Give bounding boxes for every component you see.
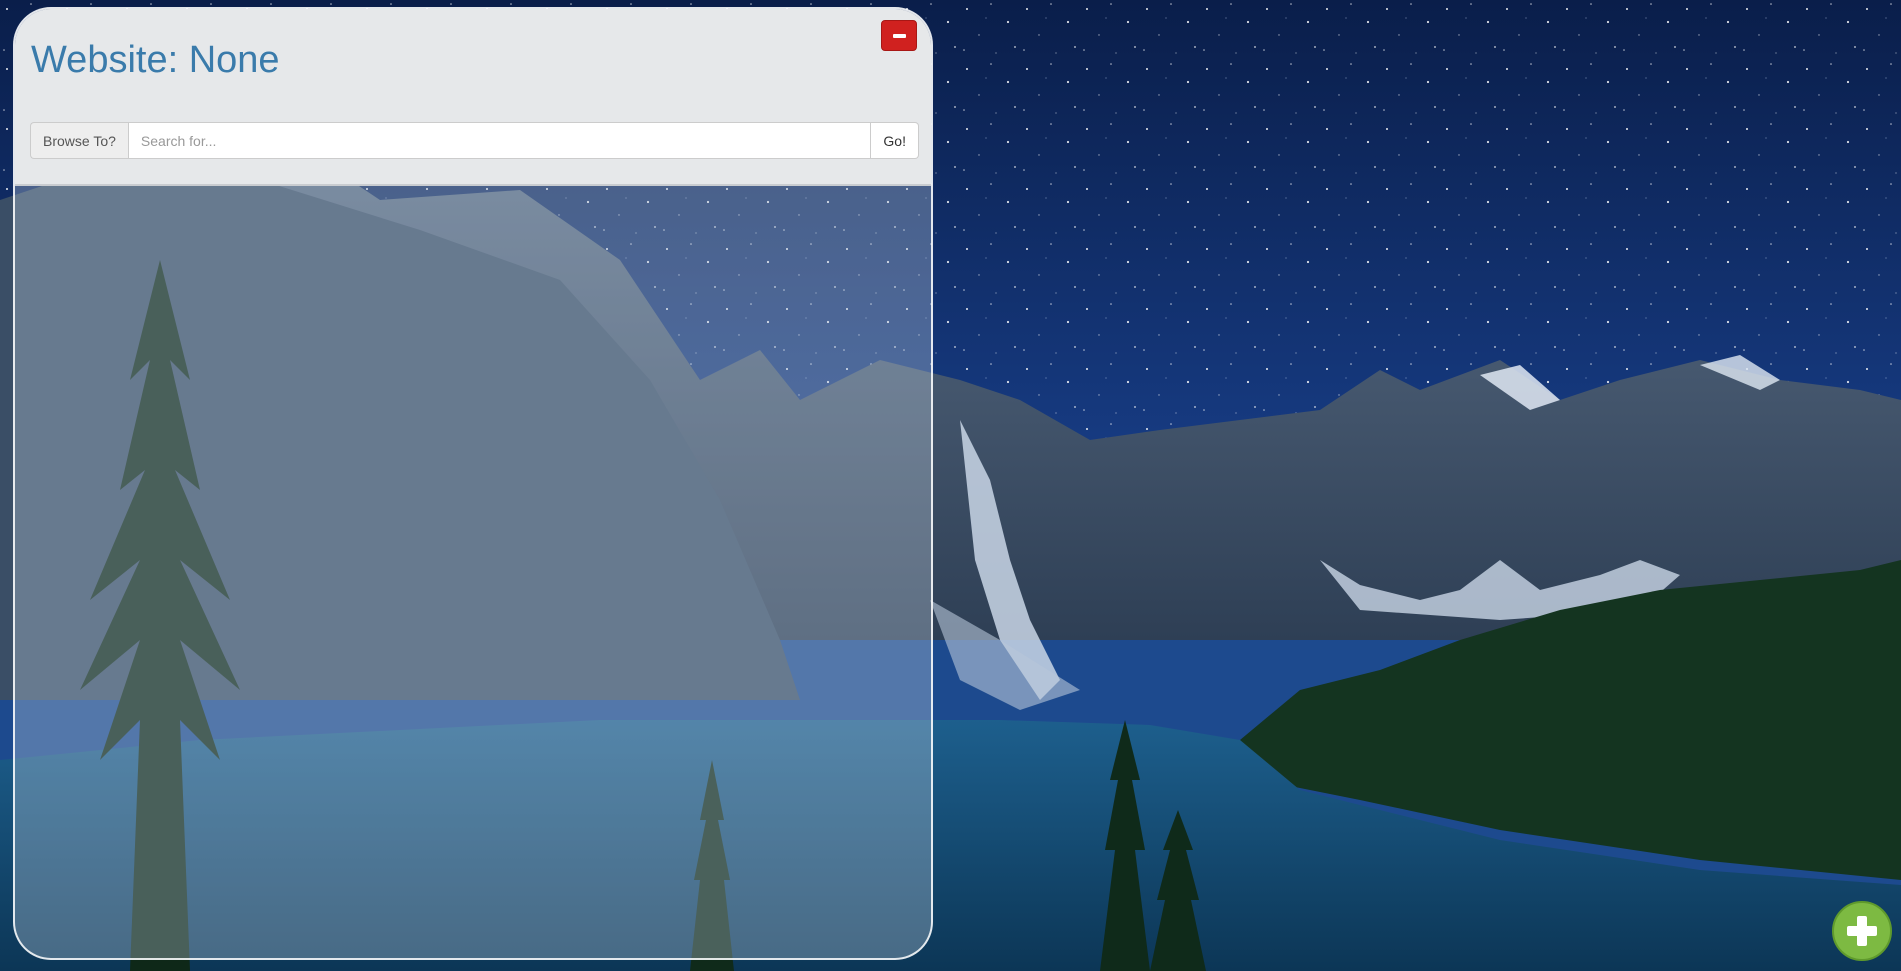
go-button[interactable]: Go! bbox=[871, 122, 919, 159]
browse-bar: Browse To? Go! bbox=[30, 122, 919, 159]
minimize-button[interactable] bbox=[881, 20, 917, 51]
plus-icon bbox=[1847, 916, 1877, 946]
minus-icon bbox=[892, 33, 906, 38]
widget-content-area bbox=[15, 186, 931, 958]
search-input[interactable] bbox=[127, 122, 872, 159]
browser-widget: Website: None Browse To? Go! bbox=[13, 7, 933, 960]
browse-label: Browse To? bbox=[30, 122, 128, 159]
widget-title: Website: None bbox=[31, 39, 280, 81]
add-widget-button[interactable] bbox=[1832, 901, 1892, 961]
widget-header: Website: None Browse To? Go! bbox=[15, 9, 931, 186]
desktop: Website: None Browse To? Go! bbox=[0, 0, 1901, 971]
